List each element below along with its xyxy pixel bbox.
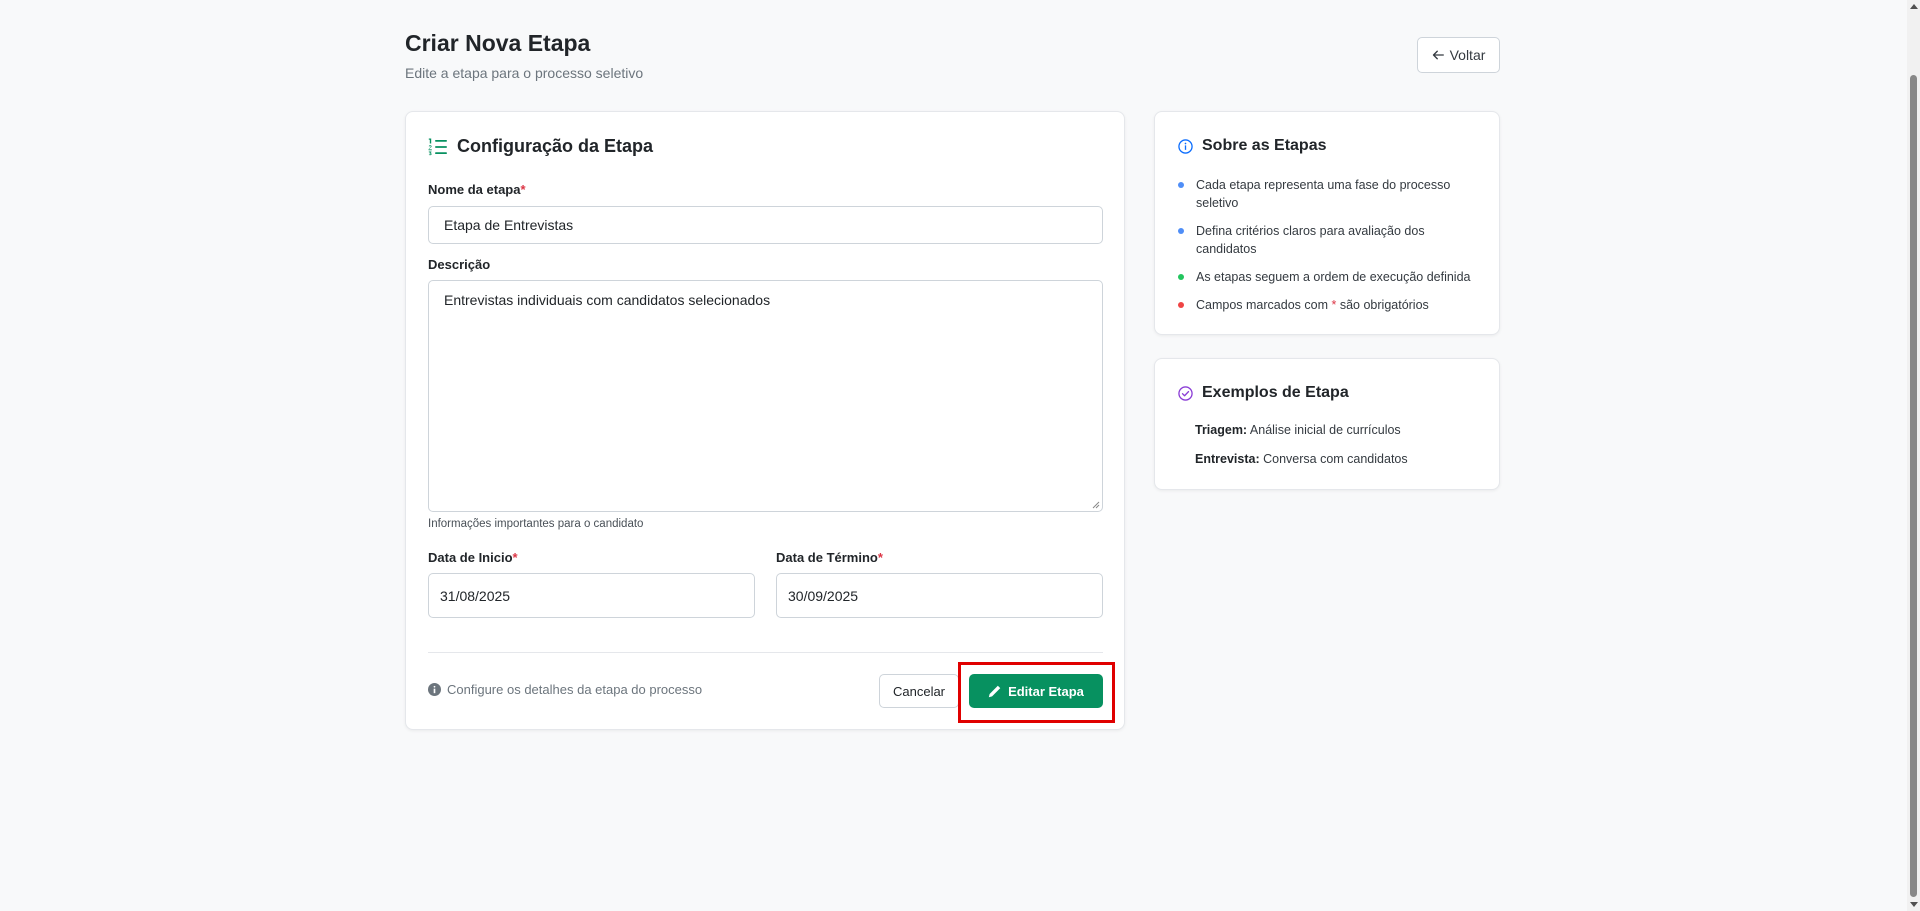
examples-list: Triagem: Análise inicial de currículos E… xyxy=(1195,421,1408,479)
card-title: Configuração da Etapa xyxy=(457,136,654,156)
vertical-scrollbar[interactable] xyxy=(1907,0,1920,911)
edit-stage-button[interactable]: Editar Etapa xyxy=(969,674,1103,708)
red-dot xyxy=(1178,302,1184,308)
list-item: Campos marcados com * são obrigatórios xyxy=(1178,296,1483,314)
list-item: As etapas seguem a ordem de execução def… xyxy=(1178,268,1483,286)
page-subtitle: Edite a etapa para o processo seletivo xyxy=(405,65,644,81)
required-mark: * xyxy=(512,550,518,565)
name-label: Nome da etapa* xyxy=(428,182,526,197)
description-help: Informações importantes para o candidato xyxy=(428,518,644,530)
start-date-input[interactable]: 31/08/2025 xyxy=(428,573,755,618)
pencil-icon xyxy=(988,685,1001,697)
blue-dot xyxy=(1178,182,1184,188)
description-label: Descrição xyxy=(428,257,491,272)
resize-grip-icon[interactable] xyxy=(1092,501,1100,509)
about-header: Sobre as Etapas xyxy=(1178,137,1327,155)
footer-note-text: Configure os detalhes da etapa do proces… xyxy=(447,682,703,697)
stage-config-header: Configuração da Etapa xyxy=(428,136,653,157)
footer-divider xyxy=(428,652,1103,653)
examples-title: Exemplos de Etapa xyxy=(1202,384,1349,401)
edit-stage-label: Editar Etapa xyxy=(1008,683,1084,699)
tips-list: Cada etapa representa uma fase do proces… xyxy=(1178,176,1483,324)
back-button[interactable]: Voltar xyxy=(1417,37,1500,73)
list-item: Triagem: Análise inicial de currículos xyxy=(1195,423,1401,437)
cancel-button[interactable]: Cancelar xyxy=(879,674,959,708)
page-title: Criar Nova Etapa xyxy=(405,30,591,56)
required-mark: * xyxy=(520,182,526,197)
stage-config-card: Configuração da Etapa Nome da etapa* Eta… xyxy=(405,111,1125,730)
about-title: Sobre as Etapas xyxy=(1202,137,1327,154)
info-fill-icon xyxy=(428,683,441,696)
list-ol-icon xyxy=(428,138,447,155)
green-dot xyxy=(1178,274,1184,280)
description-text: Entrevistas individuais com candidatos s… xyxy=(444,292,771,308)
back-button-label: Voltar xyxy=(1449,47,1486,63)
footer-note: Configure os detalhes da etapa do proces… xyxy=(428,682,702,697)
list-item: Cada etapa representa uma fase do proces… xyxy=(1178,176,1483,212)
arrow-left-icon xyxy=(1432,50,1444,60)
description-textarea[interactable]: Entrevistas individuais com candidatos s… xyxy=(428,280,1103,512)
scroll-thumb[interactable] xyxy=(1910,75,1917,897)
info-circle-icon xyxy=(1178,138,1193,154)
examples-header: Exemplos de Etapa xyxy=(1178,384,1349,402)
end-date-input[interactable]: 30/09/2025 xyxy=(776,573,1103,618)
list-item: Defina critérios claros para avaliação d… xyxy=(1178,222,1483,258)
scroll-up-icon[interactable] xyxy=(1910,4,1918,9)
name-input[interactable]: Etapa de Entrevistas xyxy=(428,206,1103,244)
page-header: Criar Nova Etapa Edite a etapa para o pr… xyxy=(405,30,1500,90)
stage-examples-card: Exemplos de Etapa Triagem: Análise inici… xyxy=(1154,358,1500,490)
list-item: Entrevista: Conversa com candidatos xyxy=(1195,452,1408,466)
blue-dot xyxy=(1178,228,1184,234)
required-mark: * xyxy=(877,550,883,565)
scroll-down-icon[interactable] xyxy=(1910,902,1918,907)
start-date-label: Data de Inicio* xyxy=(428,550,518,565)
check-circle-icon xyxy=(1178,385,1193,401)
end-date-label: Data de Término* xyxy=(776,550,883,565)
about-stages-card: Sobre as Etapas Cada etapa representa um… xyxy=(1154,111,1500,335)
